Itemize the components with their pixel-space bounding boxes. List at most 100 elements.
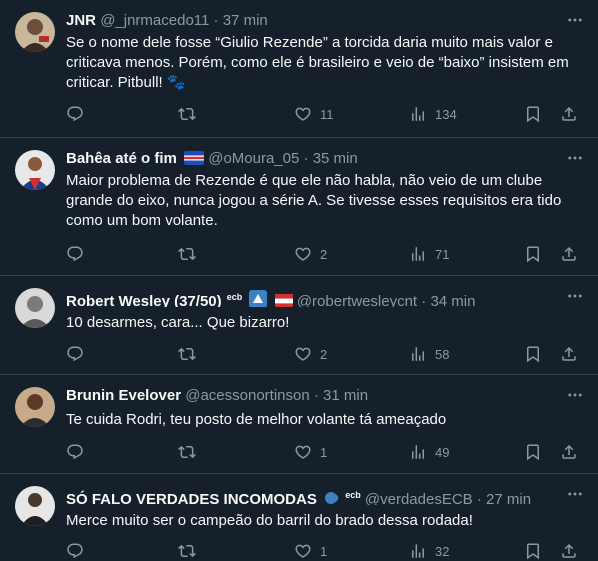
analytics-icon	[409, 105, 427, 123]
tweet-card[interactable]: Robert Wesley (37/50) ecb @robertwesleyc…	[0, 276, 598, 375]
avatar[interactable]	[15, 288, 55, 328]
view-count: 58	[435, 346, 450, 362]
share-icon	[560, 345, 578, 363]
views-button[interactable]: 134	[409, 104, 457, 124]
like-button[interactable]: 1	[294, 442, 327, 462]
bookmark-icon	[524, 105, 542, 123]
bookmark-button[interactable]	[524, 104, 542, 124]
tweet-card[interactable]: SÓ FALO VERDADES INCOMODAS ecb @verdades…	[0, 474, 598, 558]
like-button[interactable]: 2	[294, 344, 327, 364]
avatar[interactable]	[15, 12, 55, 52]
display-name[interactable]: SÓ FALO VERDADES INCOMODAS	[66, 491, 317, 505]
timestamp[interactable]: 34 min	[430, 293, 475, 307]
bookmark-button[interactable]	[524, 244, 542, 264]
user-handle[interactable]: @oMoura_05	[208, 150, 299, 167]
user-handle[interactable]: @robertwesleycnt	[297, 293, 417, 307]
timestamp[interactable]: 31 min	[323, 387, 368, 404]
share-button[interactable]	[560, 104, 578, 124]
share-button[interactable]	[560, 541, 578, 561]
retweet-icon	[178, 443, 196, 461]
reply-button[interactable]	[66, 104, 84, 124]
views-button[interactable]: 32	[409, 541, 449, 561]
reply-button[interactable]	[66, 344, 84, 364]
retweet-button[interactable]	[178, 344, 196, 364]
more-options-icon[interactable]	[566, 287, 584, 305]
timestamp[interactable]: 37 min	[223, 12, 268, 29]
display-name[interactable]: Bahêa até o fim	[66, 150, 177, 167]
reply-button[interactable]	[66, 541, 84, 561]
user-handle[interactable]: @_jnrmacedo11	[100, 12, 209, 29]
action-bar: 2 71	[66, 244, 584, 264]
avatar[interactable]	[15, 150, 55, 190]
timestamp[interactable]: 27 min	[486, 491, 531, 505]
bookmark-button[interactable]	[524, 541, 542, 561]
reply-button[interactable]	[66, 442, 84, 462]
flag-icon	[184, 151, 205, 165]
share-button[interactable]	[560, 442, 578, 462]
tweet-text: Maior problema de Rezende é que ele não …	[66, 171, 584, 231]
share-icon	[560, 105, 578, 123]
reply-icon	[66, 542, 84, 560]
tweet-text-line: Maior problema de Rezende é que ele não …	[66, 172, 543, 189]
more-options-icon[interactable]	[566, 485, 584, 503]
tweet-text: Merce muito ser o campeão do barril do b…	[66, 511, 584, 531]
analytics-icon	[409, 245, 427, 263]
more-options-icon[interactable]	[566, 149, 584, 167]
tweet-text-line: grande do eixo, nunca jogou a série A. S…	[66, 192, 562, 209]
action-bar: 1 32	[66, 541, 584, 561]
bookmark-icon	[524, 245, 542, 263]
more-options-icon[interactable]	[566, 11, 584, 29]
timestamp[interactable]: 35 min	[313, 150, 358, 167]
display-name[interactable]: Brunin Evelover	[66, 387, 181, 404]
action-bar: 11 134	[66, 104, 584, 124]
views-button[interactable]: 49	[409, 442, 449, 462]
analytics-icon	[409, 542, 427, 560]
heart-icon	[294, 542, 312, 560]
analytics-icon	[409, 345, 427, 363]
share-button[interactable]	[560, 244, 578, 264]
separator-dot: ·	[313, 387, 319, 404]
tweet-text-line: Se o nome dele fosse “Giulio Rezende” a …	[66, 34, 553, 51]
tweet-card[interactable]: Brunin Evelover @acessonortinson · 31 mi…	[0, 375, 598, 474]
views-button[interactable]: 58	[409, 344, 449, 364]
heart-icon	[294, 245, 312, 263]
like-button[interactable]: 1	[294, 541, 327, 561]
like-count: 1	[320, 444, 328, 460]
views-button[interactable]: 71	[409, 244, 449, 264]
tweet-text-line: criticar. Pitbull! 🐾	[66, 74, 186, 91]
avatar[interactable]	[15, 387, 55, 427]
bookmark-button[interactable]	[524, 344, 542, 364]
ecb-badge: ecb	[226, 292, 243, 302]
retweet-button[interactable]	[178, 541, 196, 561]
tweet-text-line: 10 desarmes, cara... Que bizarro!	[66, 314, 290, 331]
tweet-text: 10 desarmes, cara... Que bizarro!	[66, 313, 584, 333]
bookmark-button[interactable]	[524, 442, 542, 462]
display-name[interactable]: Robert Wesley (37/50)	[66, 293, 222, 307]
like-button[interactable]: 2	[294, 244, 327, 264]
retweet-icon	[178, 542, 196, 560]
tweet-header: Brunin Evelover @acessonortinson · 31 mi…	[66, 386, 558, 406]
tweet-text-line: criticava menos. Porém, como ele é brasi…	[66, 54, 569, 71]
user-handle[interactable]: @acessonortinson	[185, 387, 309, 404]
bookmark-icon	[524, 443, 542, 461]
reply-button[interactable]	[66, 244, 84, 264]
retweet-button[interactable]	[178, 244, 196, 264]
like-button[interactable]: 11	[294, 104, 334, 124]
heart-icon	[294, 345, 312, 363]
tweet-header: Bahêa até o fim @oMoura_05 · 35 min	[66, 149, 558, 169]
heart-icon	[294, 105, 312, 123]
more-options-icon[interactable]	[566, 386, 584, 404]
avatar[interactable]	[15, 486, 55, 526]
separator-dot: ·	[213, 12, 219, 29]
tweet-text-line: Te cuida Rodri, teu posto de melhor vola…	[66, 411, 447, 428]
flag-icon	[274, 294, 293, 307]
share-button[interactable]	[560, 344, 578, 364]
ecb-badge: ecb	[345, 490, 361, 500]
tweet-card[interactable]: Bahêa até o fim @oMoura_05 · 35 min Maio…	[0, 138, 598, 276]
retweet-button[interactable]	[178, 442, 196, 462]
tweet-card[interactable]: JNR @_jnrmacedo11 · 37 min Se o nome del…	[0, 0, 598, 138]
retweet-button[interactable]	[178, 104, 196, 124]
user-handle[interactable]: @verdadesECB	[365, 491, 473, 505]
bookmark-icon	[524, 345, 542, 363]
display-name[interactable]: JNR	[66, 12, 96, 29]
